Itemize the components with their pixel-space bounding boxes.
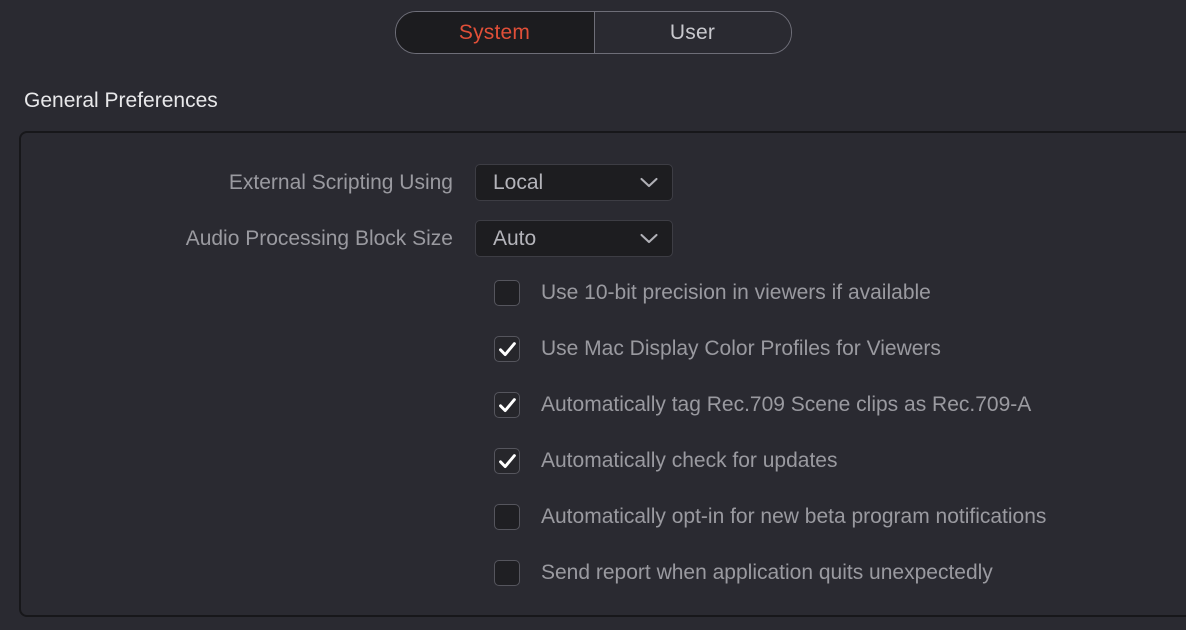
row-auto-tag-rec709-scene-clips[interactable]: Automatically tag Rec.709 Scene clips as…	[494, 392, 1031, 418]
checkmark-icon	[498, 397, 516, 412]
label-use-mac-display-color-profiles: Use Mac Display Color Profiles for Viewe…	[541, 337, 941, 360]
preferences-tab-bar: System User	[0, 11, 1186, 54]
checkbox-use-mac-display-color-profiles[interactable]	[494, 336, 520, 362]
chevron-down-icon	[640, 177, 658, 188]
general-preferences-panel: External Scripting Using Local Audio Pro…	[19, 131, 1186, 617]
checkbox-auto-check-for-updates[interactable]	[494, 448, 520, 474]
row-audio-processing-block-size: Audio Processing Block Size Auto	[21, 220, 673, 257]
label-use-10-bit-precision: Use 10-bit precision in viewers if avail…	[541, 281, 931, 304]
row-auto-opt-in-beta-program[interactable]: Automatically opt-in for new beta progra…	[494, 504, 1046, 530]
checkbox-send-crash-report[interactable]	[494, 560, 520, 586]
page-title: General Preferences	[24, 89, 218, 112]
label-audio-processing-block-size: Audio Processing Block Size	[185, 226, 453, 250]
tab-user-label: User	[669, 20, 716, 44]
row-auto-check-for-updates[interactable]: Automatically check for updates	[494, 448, 837, 474]
row-send-crash-report[interactable]: Send report when application quits unexp…	[494, 560, 993, 586]
tab-system[interactable]: System	[395, 12, 595, 53]
row-use-10-bit-precision[interactable]: Use 10-bit precision in viewers if avail…	[494, 280, 931, 306]
dropdown-external-scripting-using-value: Local	[493, 170, 544, 194]
row-external-scripting-using: External Scripting Using Local	[21, 164, 673, 201]
chevron-down-icon	[640, 233, 658, 244]
checkbox-use-10-bit-precision[interactable]	[494, 280, 520, 306]
checkmark-icon	[498, 453, 516, 468]
dropdown-audio-processing-block-size[interactable]: Auto	[475, 220, 673, 257]
dropdown-audio-processing-block-size-value: Auto	[493, 226, 537, 250]
segmented-control: System User	[394, 11, 792, 54]
label-auto-tag-rec709-scene-clips: Automatically tag Rec.709 Scene clips as…	[541, 393, 1032, 416]
checkbox-auto-opt-in-beta-program[interactable]	[494, 504, 520, 530]
dropdown-external-scripting-using[interactable]: Local	[475, 164, 673, 201]
tab-user[interactable]: User	[594, 12, 791, 53]
tab-system-label: System	[458, 20, 531, 44]
row-use-mac-display-color-profiles[interactable]: Use Mac Display Color Profiles for Viewe…	[494, 336, 941, 362]
label-external-scripting-using: External Scripting Using	[228, 170, 453, 194]
label-send-crash-report: Send report when application quits unexp…	[541, 561, 993, 584]
checkbox-auto-tag-rec709-scene-clips[interactable]	[494, 392, 520, 418]
checkmark-icon	[498, 341, 516, 356]
label-auto-check-for-updates: Automatically check for updates	[541, 449, 838, 472]
label-auto-opt-in-beta-program: Automatically opt-in for new beta progra…	[541, 505, 1047, 528]
